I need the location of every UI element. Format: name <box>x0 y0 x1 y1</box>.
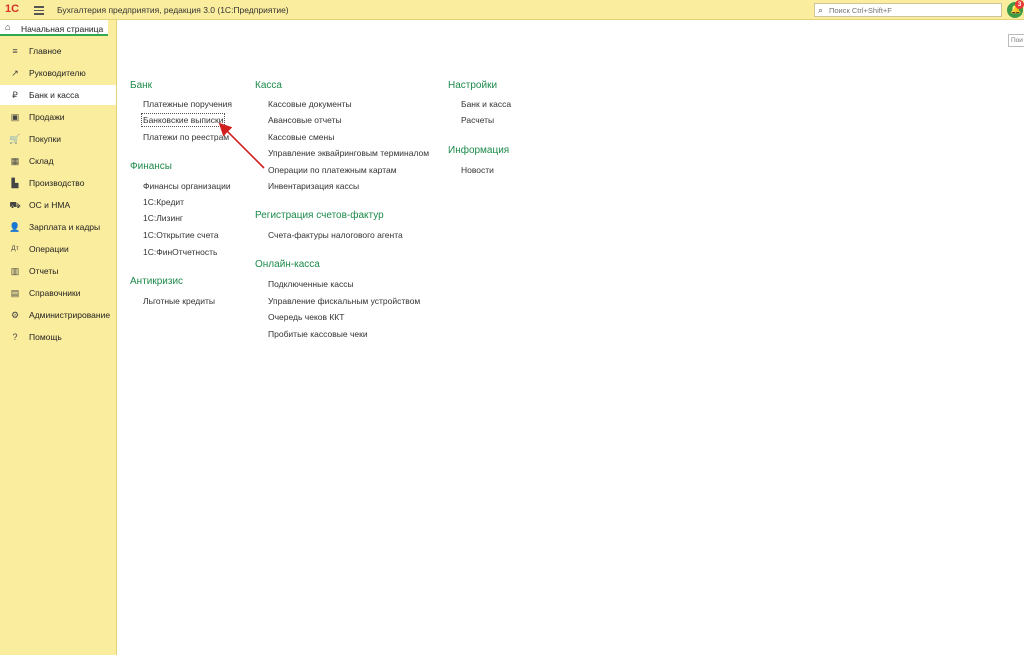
sidebar-item-reports[interactable]: ▥ Отчеты <box>0 261 116 281</box>
truck-icon: ⛟ <box>9 200 21 210</box>
section-invoices-title: Регистрация счетов-фактур <box>255 210 384 221</box>
link-1c-open-account[interactable]: 1С:Открытие счета <box>143 230 219 240</box>
warehouse-icon: ▦ <box>10 156 20 166</box>
bar-chart-icon: ▥ <box>10 266 20 276</box>
factory-icon: ▙ <box>11 178 19 188</box>
home-page-tab-label: Начальная страница <box>21 24 104 34</box>
sidebar-item-label: Производство <box>29 178 85 188</box>
section-kassa-title: Касса <box>255 80 282 91</box>
link-advance-reports[interactable]: Авансовые отчеты <box>268 115 342 125</box>
sidebar-item-bank-cash[interactable]: ₽ Банк и касса <box>0 85 116 105</box>
link-printed-receipts[interactable]: Пробитые кассовые чеки <box>268 329 368 339</box>
ruble-icon: ₽ <box>12 90 18 100</box>
help-icon: ? <box>12 332 18 342</box>
sidebar-item-label: Справочники <box>29 288 81 298</box>
sidebar-item-label: Отчеты <box>29 266 59 276</box>
debit-credit-icon: Дт <box>11 245 19 252</box>
cart-icon: 🛒 <box>9 134 21 144</box>
sidebar-item-label: Покупки <box>29 134 61 144</box>
sidebar-item-label: Зарплата и кадры <box>29 222 101 232</box>
app-logo: 1С <box>5 3 20 15</box>
sidebar-item-label: Администрирование <box>29 310 111 320</box>
section-info-title: Информация <box>448 145 510 156</box>
sidebar-item-sales[interactable]: ▣ Продажи <box>0 107 116 127</box>
main-panel <box>117 20 1024 655</box>
sales-icon: ▣ <box>10 112 20 122</box>
section-bank-title: Банк <box>130 80 153 91</box>
link-cash-shifts[interactable]: Кассовые смены <box>268 132 334 142</box>
sidebar-item-label: Главное <box>29 46 62 56</box>
link-settings-bank-cash[interactable]: Банк и касса <box>461 99 511 109</box>
search-input[interactable] <box>829 5 999 15</box>
list-icon: ≡ <box>12 46 18 56</box>
sidebar-item-label: Продажи <box>29 112 65 122</box>
link-bank-statements[interactable]: Банковские выписки <box>140 113 226 127</box>
link-kkt-queue[interactable]: Очередь чеков ККТ <box>268 312 344 322</box>
link-1c-leasing[interactable]: 1С:Лизинг <box>143 213 183 223</box>
link-registry-payments[interactable]: Платежи по реестрам <box>143 132 229 142</box>
sidebar-item-purchases[interactable]: 🛒 Покупки <box>0 129 116 149</box>
sidebar: ⌂ Начальная страница ≡ Главное ↗ Руковод… <box>0 20 117 655</box>
trend-icon: ↗ <box>11 68 19 78</box>
link-acquiring-terminal[interactable]: Управление эквайринговым терминалом <box>268 148 429 158</box>
link-cash-documents[interactable]: Кассовые документы <box>268 99 352 109</box>
section-finance-title: Финансы <box>130 161 172 172</box>
app-title: Бухгалтерия предприятия, редакция 3.0 (1… <box>57 5 289 15</box>
sidebar-item-operations[interactable]: Дт Операции <box>0 239 116 259</box>
link-cash-inventory[interactable]: Инвентаризация кассы <box>268 181 359 191</box>
section-online-kassa-title: Онлайн-касса <box>255 259 320 270</box>
book-icon: ▤ <box>10 288 20 298</box>
sidebar-item-label: Склад <box>29 156 54 166</box>
global-search[interactable]: ⌕ <box>814 3 1002 17</box>
sidebar-item-help[interactable]: ? Помощь <box>0 327 116 347</box>
link-org-finance[interactable]: Финансы организации <box>143 181 231 191</box>
sidebar-item-main[interactable]: ≡ Главное <box>0 41 116 61</box>
title-bar: 1С Бухгалтерия предприятия, редакция 3.0… <box>0 0 1024 20</box>
sidebar-item-label: Помощь <box>29 332 62 342</box>
gear-icon: ⚙ <box>10 310 20 320</box>
sidebar-item-label: Банк и касса <box>29 90 80 100</box>
sidebar-item-references[interactable]: ▤ Справочники <box>0 283 116 303</box>
notifications-button[interactable]: 🔔 3 <box>1007 0 1024 18</box>
link-news[interactable]: Новости <box>461 165 494 175</box>
sidebar-item-administration[interactable]: ⚙ Администрирование <box>0 305 116 325</box>
sidebar-item-label: Руководителю <box>29 68 86 78</box>
link-card-operations[interactable]: Операции по платежным картам <box>268 165 397 175</box>
search-icon: ⌕ <box>818 5 824 15</box>
sidebar-item-production[interactable]: ▙ Производство <box>0 173 116 193</box>
hamburger-menu-icon[interactable] <box>34 4 44 15</box>
link-payment-orders[interactable]: Платежные поручения <box>143 99 232 109</box>
sidebar-item-salary[interactable]: 👤 Зарплата и кадры <box>0 217 116 237</box>
link-connected-registers[interactable]: Подключенные кассы <box>268 279 354 289</box>
sidebar-item-label: ОС и НМА <box>29 200 71 210</box>
link-preferential-loans[interactable]: Льготные кредиты <box>143 296 215 306</box>
sidebar-item-fixed-assets[interactable]: ⛟ ОС и НМА <box>0 195 116 215</box>
side-search-stub[interactable]: Пои <box>1008 34 1024 47</box>
sidebar-item-manager[interactable]: ↗ Руководителю <box>0 63 116 83</box>
home-icon: ⌂ <box>5 22 11 32</box>
home-page-tab[interactable]: ⌂ Начальная страница <box>0 20 108 36</box>
section-settings-title: Настройки <box>448 80 498 91</box>
link-fiscal-device[interactable]: Управление фискальным устройством <box>268 296 420 306</box>
link-1c-credit[interactable]: 1С:Кредит <box>143 197 184 207</box>
notification-badge: 3 <box>1015 0 1024 9</box>
section-anticrisis-title: Антикризис <box>130 276 184 287</box>
link-tax-agent-invoices[interactable]: Счета-фактуры налогового агента <box>268 230 403 240</box>
link-1c-fin-reporting[interactable]: 1С:ФинОтчетность <box>143 247 217 257</box>
sidebar-item-label: Операции <box>29 244 69 254</box>
sidebar-item-warehouse[interactable]: ▦ Склад <box>0 151 116 171</box>
link-settings-settlements[interactable]: Расчеты <box>461 115 494 125</box>
person-icon: 👤 <box>9 222 21 232</box>
